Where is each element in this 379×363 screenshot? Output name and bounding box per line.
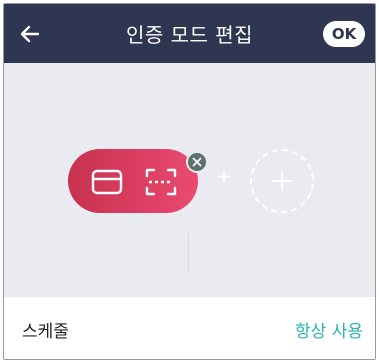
plus-icon <box>272 171 292 191</box>
card-icon <box>91 169 123 195</box>
page-title: 인증 모드 편집 <box>125 23 254 47</box>
plus-icon <box>218 171 230 183</box>
face-scan-icon <box>145 168 177 196</box>
ok-button[interactable]: OK <box>323 21 365 47</box>
remove-mode-button[interactable] <box>186 151 208 173</box>
schedule-row[interactable]: 스케줄 항상 사용 <box>4 297 375 359</box>
close-icon <box>192 157 202 167</box>
auth-mode-canvas <box>4 63 375 297</box>
top-app-bar: 인증 모드 편집 OK <box>4 4 375 63</box>
add-auth-mode-button[interactable] <box>250 149 314 213</box>
selected-auth-mode[interactable] <box>68 149 198 213</box>
schedule-value[interactable]: 항상 사용 <box>295 297 363 359</box>
divider <box>188 233 189 273</box>
schedule-label: 스케줄 <box>22 321 69 342</box>
app-frame: 인증 모드 편집 OK 스케줄 항상 사용 <box>3 3 376 360</box>
